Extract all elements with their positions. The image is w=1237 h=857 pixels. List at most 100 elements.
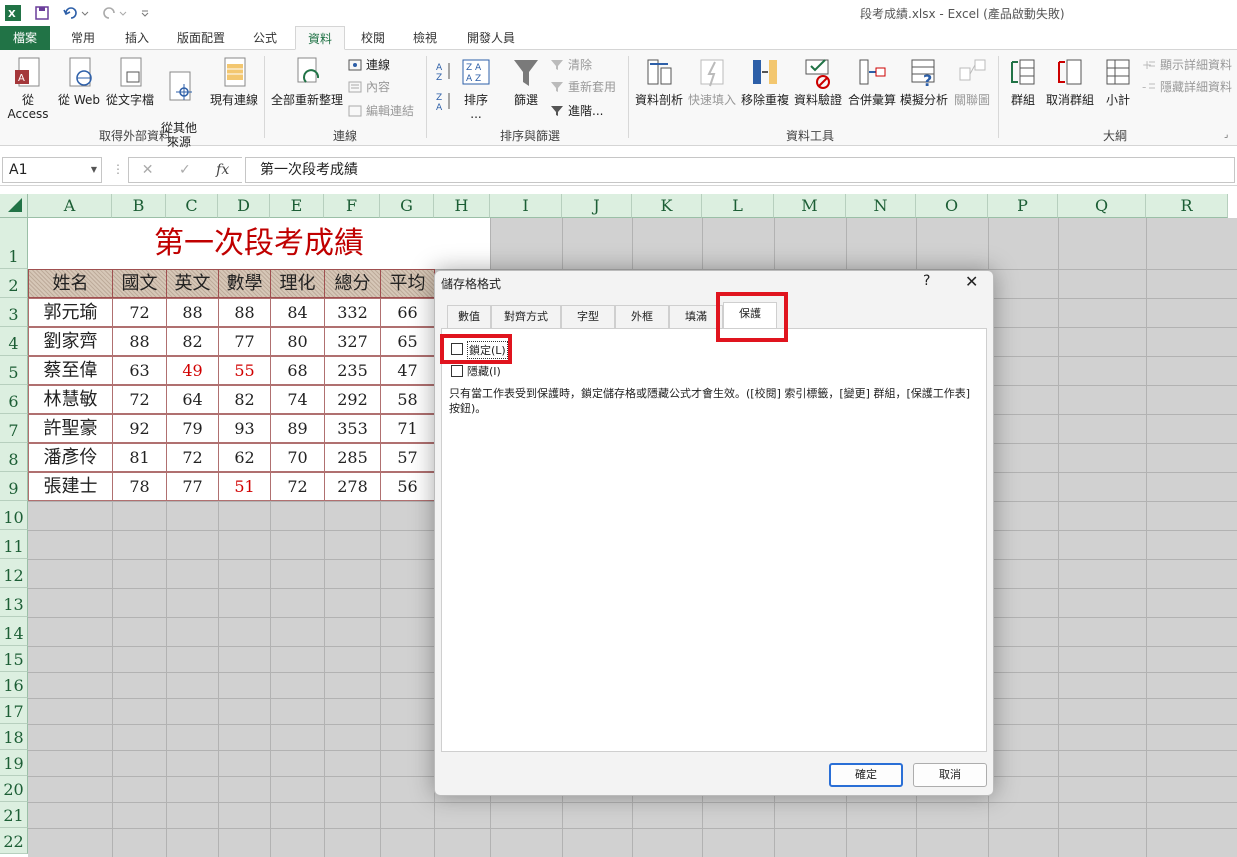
score-cell[interactable]: 88 [218,298,271,327]
row-header[interactable]: 22 [0,828,28,854]
customize-qat-icon[interactable] [138,4,152,22]
table-header-cell[interactable]: 數學 [218,269,271,298]
sort-za-button[interactable]: ZA [436,92,458,111]
row-header[interactable]: 4 [0,327,28,356]
row-header[interactable]: 18 [0,724,28,750]
column-header[interactable]: M [774,194,846,218]
score-cell[interactable]: 51 [218,472,271,501]
tab-data[interactable]: 資料 [295,26,345,50]
relationships-button[interactable]: 關聯圖 [950,56,994,107]
score-cell[interactable]: 82 [166,327,219,356]
score-cell[interactable]: 92 [112,414,167,443]
properties-button[interactable]: 內容 [348,78,390,96]
row-header[interactable]: 8 [0,443,28,472]
flash-fill-button[interactable]: 快速填入 [686,56,738,107]
dialog-tab-number[interactable]: 數值 [447,305,491,328]
score-cell[interactable]: 55 [218,356,271,385]
score-cell[interactable]: 70 [270,443,325,472]
ok-button[interactable]: 確定 [829,763,903,787]
tab-formulas[interactable]: 公式 [240,26,290,50]
from-text-button[interactable]: 從文字檔 [102,56,158,107]
row-header[interactable]: 15 [0,646,28,672]
column-header[interactable]: R [1146,194,1228,218]
score-cell[interactable]: 58 [380,385,435,414]
score-cell[interactable]: 68 [270,356,325,385]
column-header[interactable]: N [846,194,916,218]
score-cell[interactable]: 62 [218,443,271,472]
score-cell[interactable]: 89 [270,414,325,443]
sheet-title-cell[interactable]: 第一次段考成績 [28,218,490,269]
sort-button[interactable]: Z AA Z 排序... [458,56,494,121]
consolidate-button[interactable]: 合併彙算 [846,56,898,107]
score-cell[interactable]: 49 [166,356,219,385]
tab-developer[interactable]: 開發人員 [458,26,524,50]
row-header[interactable]: 10 [0,501,28,530]
tab-view[interactable]: 檢視 [400,26,450,50]
name-box[interactable]: A1 ▼ [2,157,102,183]
insert-function-icon[interactable]: fx [216,162,229,178]
table-header-cell[interactable]: 理化 [270,269,325,298]
table-header-cell[interactable]: 英文 [166,269,219,298]
reapply-button[interactable]: 重新套用 [550,78,616,96]
score-cell[interactable]: 72 [112,298,167,327]
column-header[interactable]: H [434,194,490,218]
tab-review[interactable]: 校閱 [348,26,398,50]
advanced-filter-button[interactable]: 進階... [550,102,603,120]
score-cell[interactable]: 82 [218,385,271,414]
table-header-cell[interactable]: 姓名 [28,269,113,298]
student-name-cell[interactable]: 劉家齊 [28,327,113,356]
column-header[interactable]: I [490,194,562,218]
close-icon[interactable]: ✕ [965,272,978,291]
redo-icon[interactable] [100,4,128,22]
student-name-cell[interactable]: 許聖豪 [28,414,113,443]
table-header-cell[interactable]: 總分 [324,269,381,298]
show-detail-button[interactable]: + 顯示詳細資料 [1142,56,1232,74]
row-header[interactable]: 21 [0,802,28,828]
tab-page-layout[interactable]: 版面配置 [170,26,232,50]
table-header-cell[interactable]: 平均 [380,269,435,298]
row-header[interactable]: 20 [0,776,28,802]
score-cell[interactable]: 78 [112,472,167,501]
dialog-tab-fill[interactable]: 填滿 [669,305,723,328]
student-name-cell[interactable]: 潘彥伶 [28,443,113,472]
tab-file[interactable]: 檔案 [0,26,50,50]
column-header[interactable]: B [112,194,166,218]
column-header[interactable]: P [988,194,1058,218]
column-header[interactable]: C [166,194,218,218]
column-header[interactable]: O [916,194,988,218]
select-all-corner[interactable] [0,194,28,218]
column-header[interactable]: Q [1058,194,1146,218]
formula-input[interactable]: 第一次段考成績 [245,157,1235,183]
score-cell[interactable]: 77 [218,327,271,356]
column-header[interactable]: A [28,194,112,218]
row-header[interactable]: 5 [0,356,28,385]
help-icon[interactable]: ? [923,273,930,289]
hide-detail-button[interactable]: - 隱藏詳細資料 [1142,78,1232,96]
score-cell[interactable]: 71 [380,414,435,443]
ungroup-button[interactable]: 取消群組 [1044,56,1096,107]
row-header[interactable]: 12 [0,559,28,588]
row-header[interactable]: 11 [0,530,28,559]
score-cell[interactable]: 79 [166,414,219,443]
dialog-tab-border[interactable]: 外框 [615,305,669,328]
hidden-label[interactable]: 隱藏(I) [467,363,501,379]
outline-dialog-launcher-icon[interactable]: ⌟ [1224,130,1228,140]
row-header[interactable]: 16 [0,672,28,698]
subtotal-button[interactable]: 小計 [1098,56,1138,107]
score-cell[interactable]: 47 [380,356,435,385]
row-header[interactable]: 17 [0,698,28,724]
column-header[interactable]: F [324,194,380,218]
score-cell[interactable]: 77 [166,472,219,501]
row-header[interactable]: 13 [0,588,28,617]
row-header[interactable]: 3 [0,298,28,327]
student-name-cell[interactable]: 郭元瑜 [28,298,113,327]
remove-duplicates-button[interactable]: 移除重複 [738,56,792,107]
tab-insert[interactable]: 插入 [112,26,162,50]
score-cell[interactable]: 80 [270,327,325,356]
score-cell[interactable]: 88 [166,298,219,327]
undo-icon[interactable] [62,4,90,22]
score-cell[interactable]: 72 [112,385,167,414]
score-cell[interactable]: 66 [380,298,435,327]
sort-az-button[interactable]: AZ [436,62,458,81]
row-header[interactable]: 6 [0,385,28,414]
